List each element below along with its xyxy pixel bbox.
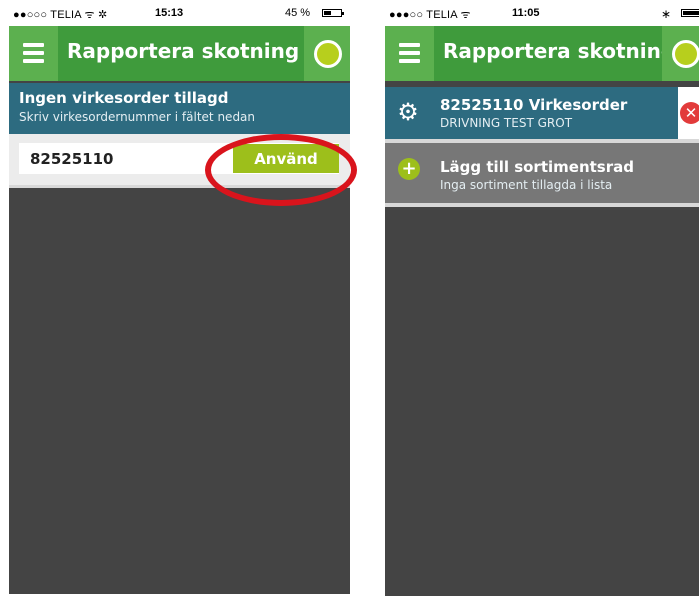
plus-icon: + (398, 158, 420, 180)
status-circle-icon[interactable] (304, 26, 350, 81)
battery-icon (322, 9, 344, 17)
gear-icon: ⚙ (397, 98, 419, 126)
app-bar: Rapportera skotning (385, 26, 699, 81)
add-row-title: Lägg till sortimentsrad (440, 158, 634, 176)
carrier-label: ●●○○○ TELIA ᯤ ✲ (13, 9, 108, 21)
close-icon: ✕ (680, 102, 699, 124)
info-subtitle: Skriv virkesordernummer i fältet nedan (19, 110, 256, 124)
order-title: 82525110 Virkesorder (440, 96, 628, 114)
order-settings-button[interactable]: ⚙ (385, 87, 432, 139)
app-bar: Rapportera skotning (9, 26, 350, 81)
highlight-ring (205, 134, 357, 206)
app-title: Rapportera skotning (67, 39, 300, 63)
add-assortment-button[interactable]: + (385, 143, 432, 203)
bluetooth-icon: ∗ (661, 7, 672, 21)
left-phone-screen: ●●○○○ TELIA ᯤ ✲ 15:13 45 % Rapportera sk… (9, 0, 350, 594)
clock: 11:05 (512, 7, 540, 19)
order-row[interactable]: ⚙ 82525110 Virkesorder DRIVNING TEST GRO… (385, 87, 699, 139)
order-subtitle: DRIVNING TEST GROT (440, 116, 573, 130)
hamburger-menu-icon[interactable] (385, 26, 434, 81)
info-title: Ingen virkesorder tillagd (19, 89, 229, 107)
status-dot (672, 40, 699, 68)
status-dot (314, 40, 342, 68)
battery-icon (681, 9, 699, 17)
battery-percent: 45 % (285, 7, 311, 19)
clock: 15:13 (155, 7, 184, 19)
hamburger-menu-icon[interactable] (9, 26, 58, 81)
status-bar: ●●○○○ TELIA ᯤ ✲ 15:13 45 % (9, 0, 350, 26)
battery-fill (324, 11, 332, 15)
add-row-subtitle: Inga sortiment tillagda i lista (440, 178, 613, 192)
status-bar: ●●●○○ TELIA ᯤ 11:05 ∗ (385, 0, 699, 26)
add-assortment-row[interactable]: + Lägg till sortimentsrad Inga sortiment… (385, 143, 699, 203)
no-order-info: Ingen virkesorder tillagd Skriv virkesor… (9, 83, 350, 134)
app-title: Rapportera skotning (443, 39, 676, 63)
right-phone-screen: ●●●○○ TELIA ᯤ 11:05 ∗ Rapportera skotnin… (385, 0, 699, 596)
status-circle-icon[interactable] (662, 26, 699, 81)
carrier-label: ●●●○○ TELIA ᯤ (389, 9, 471, 21)
divider (385, 203, 699, 207)
remove-order-button[interactable]: ✕ (678, 87, 699, 139)
